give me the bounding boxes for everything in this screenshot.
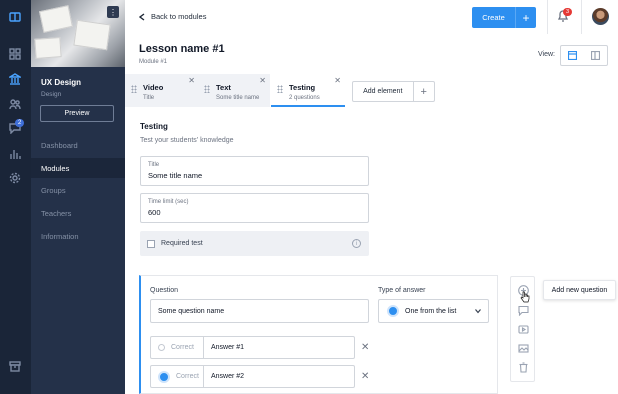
page-title: Lesson name #1 xyxy=(139,43,225,55)
add-element-button[interactable]: Add element + xyxy=(352,81,435,102)
create-label: Create xyxy=(482,13,505,22)
course-subtitle: Design xyxy=(41,91,62,98)
answer-row: Correct Answer #2 xyxy=(150,365,355,388)
chat-badge: 2 xyxy=(15,119,25,127)
section-subtitle: Test your students' knowledge xyxy=(140,137,234,144)
add-question-tooltip: Add new question xyxy=(543,280,616,300)
view-label: View: xyxy=(538,51,555,58)
radio-unselected-icon xyxy=(158,344,165,351)
page-subtitle: Module #1 xyxy=(139,59,168,65)
video-icon[interactable] xyxy=(517,323,529,335)
required-label: Required test xyxy=(161,240,203,247)
correct-label: Correct xyxy=(176,373,199,380)
sidebar-item-groups[interactable]: Groups xyxy=(31,180,125,200)
divider xyxy=(547,0,548,34)
add-element-label: Add element xyxy=(363,88,403,95)
title-field[interactable]: Title Some title name xyxy=(140,156,369,186)
tab-subtitle: Title xyxy=(143,95,155,101)
tab-testing[interactable]: Testing 2 questions ✕ xyxy=(271,74,345,107)
users-icon[interactable] xyxy=(8,97,22,111)
create-button[interactable]: Create + xyxy=(472,7,536,28)
sidebar-item-dashboard[interactable]: Dashboard xyxy=(31,135,125,155)
title-field-value: Some title name xyxy=(148,171,203,180)
avatar[interactable] xyxy=(592,8,609,25)
time-limit-value: 600 xyxy=(148,208,161,217)
plus-icon: + xyxy=(412,81,434,102)
title-field-label: Title xyxy=(148,162,160,168)
tab-text[interactable]: Text Some title name ✕ xyxy=(198,74,270,107)
institution-icon[interactable] xyxy=(8,72,22,86)
time-limit-label: Time limit (sec) xyxy=(148,199,189,205)
answer-type-select[interactable]: One from the list xyxy=(378,299,489,323)
radio-selected-icon xyxy=(158,370,170,383)
course-sidebar: ⋮ UX Design Design Preview Dashboard Mod… xyxy=(31,0,125,394)
split-view-icon[interactable] xyxy=(591,51,600,60)
course-title: UX Design xyxy=(41,78,82,87)
single-column-view-icon[interactable] xyxy=(568,51,577,60)
remove-answer-icon[interactable]: ✕ xyxy=(361,371,369,382)
drag-handle-icon[interactable] xyxy=(131,85,137,93)
answer-text[interactable]: Answer #1 xyxy=(204,344,244,351)
plus-icon: + xyxy=(515,7,536,28)
tab-video[interactable]: Video Title ✕ xyxy=(125,74,199,107)
time-limit-field[interactable]: Time limit (sec) 600 xyxy=(140,193,369,223)
question-label: Question xyxy=(150,287,179,294)
sidebar-item-modules[interactable]: Modules xyxy=(31,158,125,178)
back-label: Back to modules xyxy=(151,12,207,21)
book-icon[interactable] xyxy=(8,10,22,24)
section-title: Testing xyxy=(140,122,168,131)
sidebar-item-teachers[interactable]: Teachers xyxy=(31,203,125,223)
correct-label: Correct xyxy=(171,344,194,351)
radio-selected-icon xyxy=(387,305,399,317)
comment-icon[interactable] xyxy=(517,304,529,316)
answer-type-value: One from the list xyxy=(405,307,457,315)
drag-handle-icon[interactable] xyxy=(204,85,210,93)
remove-answer-icon[interactable]: ✕ xyxy=(361,342,369,353)
close-icon[interactable]: ✕ xyxy=(188,76,195,85)
notification-badge: 3 xyxy=(563,8,573,16)
answer-row: Correct Answer #1 xyxy=(150,336,355,359)
view-toggle xyxy=(560,45,608,66)
drag-handle-icon[interactable] xyxy=(277,85,283,93)
chart-icon[interactable] xyxy=(8,147,22,161)
image-icon[interactable] xyxy=(517,342,529,354)
more-options-icon[interactable]: ⋮ xyxy=(107,6,119,18)
tab-subtitle: 2 questions xyxy=(289,95,320,101)
archive-icon[interactable] xyxy=(8,359,22,373)
hand-cursor-icon xyxy=(520,291,530,303)
tab-subtitle: Some title name xyxy=(216,95,260,101)
sidebar-item-information[interactable]: Information xyxy=(31,226,125,246)
course-cover-image: ⋮ xyxy=(31,0,125,67)
icon-rail: 2 xyxy=(0,0,31,394)
gear-icon[interactable] xyxy=(8,171,22,185)
answer-text[interactable]: Answer #2 xyxy=(204,373,244,380)
required-checkbox[interactable] xyxy=(147,239,155,248)
correct-toggle[interactable]: Correct xyxy=(151,366,204,387)
close-icon[interactable]: ✕ xyxy=(334,76,341,85)
trash-icon[interactable] xyxy=(517,361,529,373)
required-test-toggle: Required test i xyxy=(140,231,369,256)
divider xyxy=(581,0,582,34)
layout-icon[interactable] xyxy=(8,47,22,61)
close-icon[interactable]: ✕ xyxy=(259,76,266,85)
chevron-left-icon xyxy=(139,12,145,21)
preview-button[interactable]: Preview xyxy=(40,105,114,122)
info-icon[interactable]: i xyxy=(352,239,361,248)
answer-type-label: Type of answer xyxy=(378,287,426,294)
chevron-down-icon xyxy=(475,309,481,314)
question-input[interactable]: Some question name xyxy=(150,299,369,323)
correct-toggle[interactable]: Correct xyxy=(151,337,204,358)
back-link[interactable]: Back to modules xyxy=(139,12,206,21)
